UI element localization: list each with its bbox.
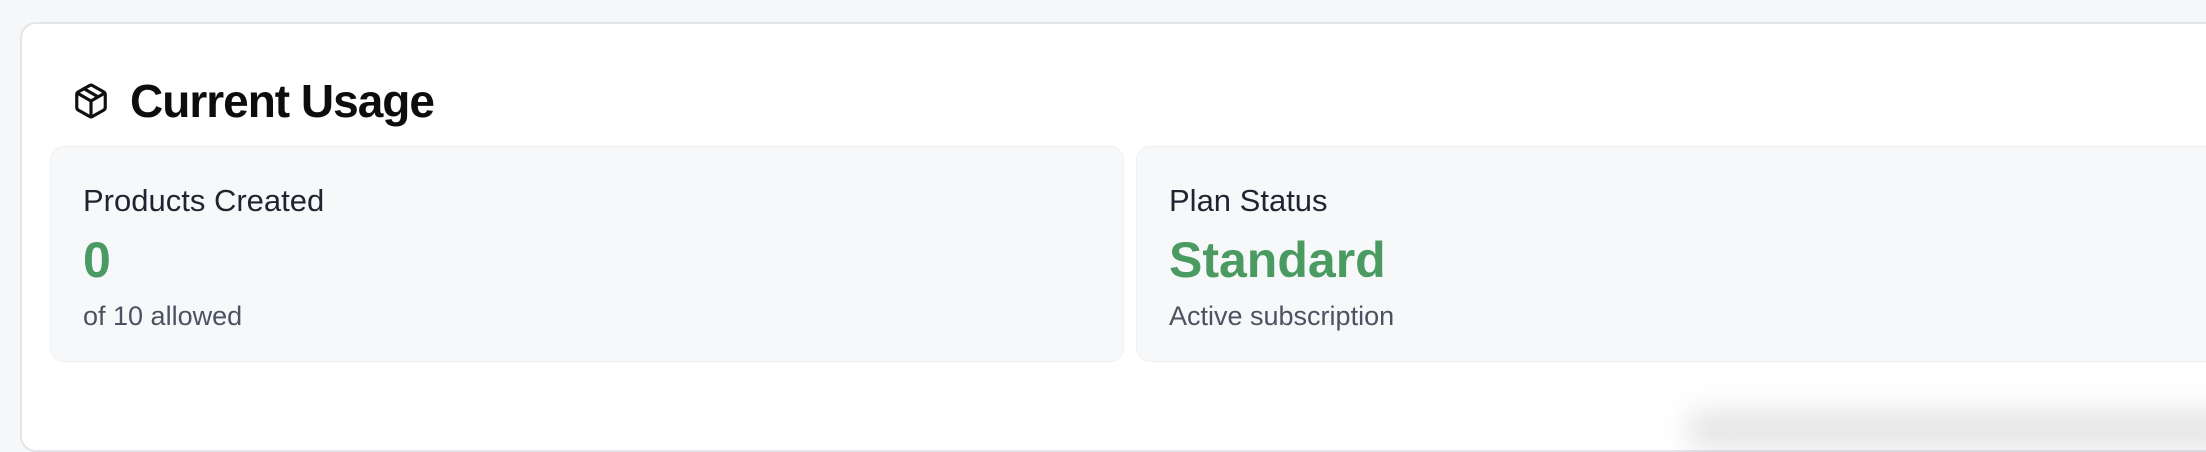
plan-status-stat: Plan Status Standard Active subscription	[1136, 146, 2206, 362]
stat-subtext: of 10 allowed	[83, 303, 242, 330]
products-created-stat: Products Created 0 of 10 allowed	[50, 146, 1124, 362]
card-header: Current Usage	[72, 78, 434, 124]
page-title: Current Usage	[130, 78, 434, 124]
overlay-shadow	[1686, 410, 2206, 450]
package-icon	[72, 82, 110, 120]
stat-value: Standard	[1169, 235, 1386, 285]
stat-label: Products Created	[83, 185, 324, 216]
stat-value: 0	[83, 235, 111, 285]
stat-subtext: Active subscription	[1169, 303, 1394, 330]
stat-label: Plan Status	[1169, 185, 1328, 216]
